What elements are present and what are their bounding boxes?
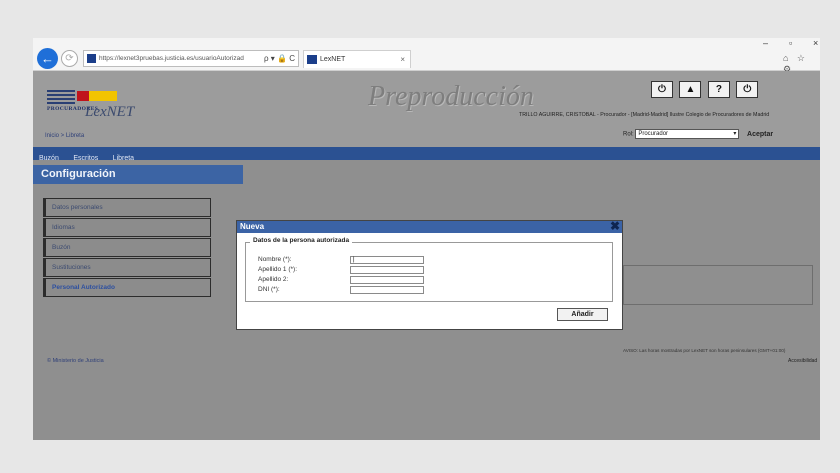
chevron-down-icon: ▾ (733, 131, 737, 137)
spain-flag-icon (77, 91, 117, 101)
content-panel (623, 265, 813, 305)
maximize-icon[interactable]: ▫ (789, 38, 792, 48)
lexnet-tab-icon (307, 55, 317, 64)
warning-button[interactable]: ▲ (679, 81, 702, 98)
dni-input[interactable] (350, 286, 424, 294)
user-info: TRILLO AGUIRRE, CRISTOBAL - Procurador -… (519, 112, 770, 118)
fieldset-legend: Datos de la persona autorizada (250, 237, 353, 244)
sidebar-item-datos-personales[interactable]: Datos personales (43, 198, 211, 217)
site-icon (87, 54, 96, 63)
anadir-button[interactable]: Añadir (557, 308, 608, 321)
tab-close-icon[interactable]: × (400, 51, 405, 68)
address-actions[interactable]: ρ ▾ 🔒 C (264, 51, 295, 66)
sidebar-item-idiomas[interactable]: Idiomas (43, 218, 211, 237)
address-bar[interactable]: https://lexnet3pruebas.justicia.es/usuar… (83, 50, 299, 67)
tab-title: LexNET (320, 56, 346, 63)
apellido1-label: Apellido 1 (*): (258, 266, 298, 273)
app-header: PROCURADORES LexNET Preproducción ⏻ ▲ ? … (33, 71, 820, 147)
aceptar-button[interactable]: Aceptar (747, 131, 773, 138)
environment-label: Preproducción (368, 81, 534, 112)
page-title: Configuración (33, 165, 243, 184)
logo-lines-icon (47, 90, 75, 104)
url-text: https://lexnet3pruebas.justicia.es/usuar… (99, 55, 244, 62)
sidebar-item-sustituciones[interactable]: Sustituciones (43, 258, 211, 277)
dni-row: DNI (*): (258, 286, 428, 295)
ministerio-footer: © Ministerio de Justicia (47, 358, 104, 364)
nueva-dialog: Nueva ✖ Datos de la persona autorizada N… (236, 219, 623, 330)
sidebar-item-buzon[interactable]: Buzón (43, 238, 211, 257)
tab-lexnet[interactable]: LexNET × (303, 50, 411, 68)
apellido1-row: Apellido 1 (*): (258, 266, 428, 275)
rol-label: Rol: (623, 131, 634, 138)
sidebar-item-personal-autorizado[interactable]: Personal Autorizado (43, 278, 211, 297)
dni-label: DNI (*): (258, 286, 280, 293)
nombre-input[interactable]: | (350, 256, 424, 264)
close-icon[interactable]: ✖ (610, 219, 620, 233)
timezone-warning: AVISO: Las horas mostradas por LexNET so… (623, 348, 786, 353)
apellido1-input[interactable] (350, 266, 424, 274)
dialog-title-bar: Nueva ✖ (237, 219, 622, 233)
apellido2-label: Apellido 2: (258, 276, 289, 283)
rol-row: Rol: Procurador ▾ Aceptar (623, 129, 773, 139)
window-close-icon[interactable]: × (813, 38, 818, 48)
logout-button[interactable]: ⏻ (736, 81, 759, 98)
header-buttons: ⏻ ▲ ? ⏻ (651, 79, 760, 98)
lexnet-logo[interactable]: PROCURADORES LexNET (47, 87, 167, 121)
rol-select[interactable]: Procurador ▾ (635, 129, 740, 139)
breadcrumb[interactable]: Inicio > Libreta (45, 133, 84, 139)
accesibilidad-link[interactable]: Accesibilidad (788, 358, 817, 364)
nombre-row: Nombre (*): | (258, 256, 428, 265)
apellido2-input[interactable] (350, 276, 424, 284)
apellido2-row: Apellido 2: (258, 276, 428, 285)
dialog-title: Nueva (240, 222, 265, 231)
config-sidebar: Datos personales Idiomas Buzón Sustituci… (43, 198, 211, 298)
browser-chrome: ← ⟳ https://lexnet3pruebas.justicia.es/u… (33, 38, 820, 74)
reload-icon[interactable]: ⟳ (61, 50, 78, 67)
help-button[interactable]: ? (707, 81, 730, 98)
minimize-icon[interactable]: – (763, 38, 768, 48)
rol-value: Procurador (638, 131, 669, 137)
back-arrow-icon[interactable]: ← (37, 48, 58, 69)
logo-lexnet: LexNET (85, 104, 135, 120)
main-nav: Buzón Escritos Libreta (33, 147, 820, 162)
screen: ← ⟳ https://lexnet3pruebas.justicia.es/u… (33, 38, 820, 440)
persona-autorizada-fieldset: Datos de la persona autorizada Nombre (*… (245, 237, 613, 302)
nombre-label: Nombre (*): (258, 256, 292, 263)
power-button[interactable]: ⏻ (651, 81, 673, 98)
